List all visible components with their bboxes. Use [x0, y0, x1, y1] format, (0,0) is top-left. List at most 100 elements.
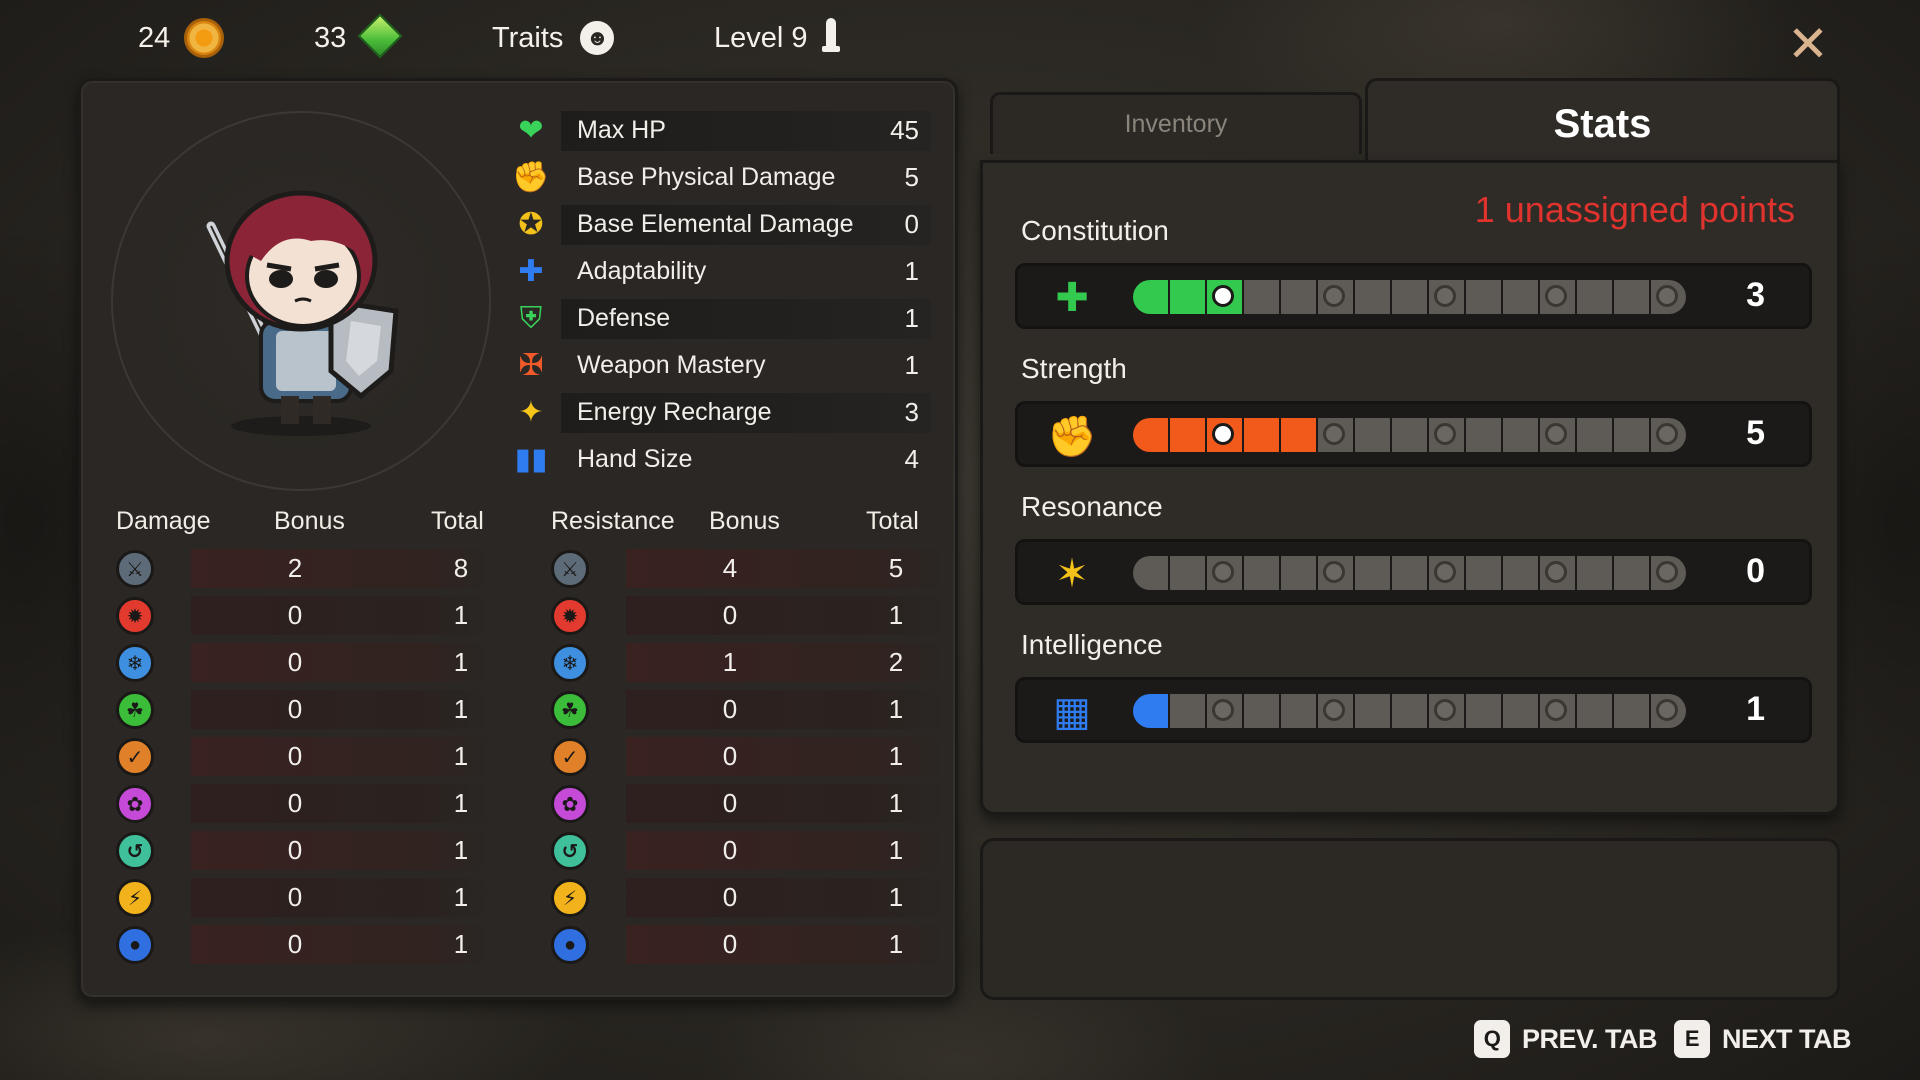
attribute-segment: [1540, 556, 1575, 590]
attribute-segment: [1392, 418, 1427, 452]
attribute-segment: [1466, 556, 1501, 590]
attribute-segment: [1133, 280, 1168, 314]
attribute-segment: [1577, 280, 1612, 314]
gem-icon: [360, 18, 396, 58]
stat-row: ✦ Energy Recharge 3: [501, 389, 931, 436]
heart-icon: ❤: [518, 114, 544, 147]
attribute-label: Strength: [1021, 353, 1127, 384]
attribute-segment: [1207, 694, 1242, 728]
attribute-bar-intelligence[interactable]: ▦ 1: [1015, 677, 1812, 743]
stat-value: 1: [904, 303, 919, 333]
attribute-segment: [1318, 418, 1353, 452]
attribute-segment: [1207, 418, 1242, 452]
stat-value: 4: [904, 444, 919, 474]
damage-bonus: 0: [287, 788, 303, 818]
resistance-total: 1: [888, 694, 904, 724]
attribute-segment: [1207, 556, 1242, 590]
table-row: ● 0 1 ● 0 1: [101, 921, 946, 968]
attribute-bar-resonance[interactable]: ✶ 0: [1015, 539, 1812, 605]
stat-row: ✪ Base Elemental Damage 0: [501, 201, 931, 248]
stat-value: 5: [904, 162, 919, 192]
character-panel: ❤ Max HP 45 ✊ Base Physical Damage 5 ✪ Base Ele…: [78, 78, 958, 1000]
damage-total: 1: [453, 694, 469, 724]
attribute-segment: [1281, 556, 1316, 590]
table-row: ☘ 0 1 ☘ 0 1: [101, 686, 946, 733]
prev-tab-label: PREV. TAB: [1522, 1023, 1658, 1054]
attribute-segments: [1133, 556, 1690, 590]
attribute-bar-constitution[interactable]: ✚ 3: [1015, 263, 1812, 329]
stat-label: Adaptability: [577, 257, 707, 285]
attribute-segment: [1577, 418, 1612, 452]
resistance-bonus: 0: [722, 929, 738, 959]
next-tab-hint[interactable]: E NEXT TAB: [1674, 1020, 1852, 1058]
attribute-segment: [1133, 694, 1168, 728]
resistance-bonus: 4: [722, 553, 738, 583]
attribute-segment: [1170, 694, 1205, 728]
damage-bonus: 0: [287, 600, 303, 630]
attribute-segment: [1392, 280, 1427, 314]
damage-total: 1: [453, 600, 469, 630]
hero-portrait: [206, 190, 399, 436]
damage-total: 1: [453, 929, 469, 959]
resistance-bonus-header: Bonus: [709, 507, 780, 535]
level-indicator: Level 9: [714, 12, 840, 64]
attribute-segment: [1318, 694, 1353, 728]
spiral-icon: ✶: [1055, 552, 1089, 596]
attribute-segments: [1133, 280, 1690, 314]
attribute-segments: [1133, 418, 1690, 452]
stat-label: Max HP: [561, 110, 931, 151]
traits-button[interactable]: Traits ☻: [492, 12, 618, 64]
arcane-icon: ✿: [551, 785, 589, 823]
stat-row: ▮▮ Hand Size 4: [501, 436, 931, 483]
stat-label: Energy Recharge: [561, 392, 931, 433]
tab-stats[interactable]: Stats: [1365, 78, 1840, 168]
top-bar: 24 33 Traits ☻ Level 9: [0, 12, 1920, 64]
attribute-segment: [1651, 280, 1686, 314]
stat-row: ✠ Weapon Mastery 1: [501, 342, 931, 389]
damage-total: 1: [453, 882, 469, 912]
damage-bonus: 0: [287, 694, 303, 724]
ice-icon: ❄: [116, 644, 154, 682]
attribute-segment: [1503, 280, 1538, 314]
resistance-bonus: 0: [722, 882, 738, 912]
ice-icon: ❄: [551, 644, 589, 682]
attribute-label: Resonance: [1021, 491, 1163, 522]
lightning-icon: ⚡: [551, 879, 589, 917]
table-row: ❄ 0 1 ❄ 1 2: [101, 639, 946, 686]
stat-label: Defense: [561, 298, 931, 339]
attribute-segment: [1133, 556, 1168, 590]
lightning-icon: ⚡: [116, 879, 154, 917]
attribute-segment: [1244, 556, 1279, 590]
attribute-segment: [1540, 418, 1575, 452]
attribute-segment: [1614, 280, 1649, 314]
level-label: Level 9: [714, 21, 808, 54]
attribute-segments: [1133, 694, 1690, 728]
damage-bonus: 0: [287, 882, 303, 912]
attribute-bar-strength[interactable]: ✊ 5: [1015, 401, 1812, 467]
table-header: Damage Bonus Total Resistance Bonus Tota…: [101, 499, 946, 545]
damage-total-header: Total: [431, 507, 484, 535]
damage-bonus: 0: [287, 647, 303, 677]
character-stat-list: ❤ Max HP 45 ✊ Base Physical Damage 5 ✪ Base Ele…: [501, 107, 931, 483]
stat-label: Base Elemental Damage: [561, 204, 931, 245]
fire-icon: ✹: [116, 597, 154, 635]
wind-icon: ↺: [116, 832, 154, 870]
attribute-segment: [1651, 418, 1686, 452]
attribute-segment: [1281, 418, 1316, 452]
next-tab-label: NEXT TAB: [1722, 1023, 1852, 1054]
resistance-total-header: Total: [866, 507, 919, 535]
fire-icon: ✹: [551, 597, 589, 635]
resistance-bonus: 1: [722, 647, 738, 677]
earth-icon: ✓: [116, 738, 154, 776]
tab-stats-label: Stats: [1553, 102, 1652, 146]
prev-tab-hint[interactable]: Q PREV. TAB: [1474, 1020, 1658, 1058]
damage-total: 8: [453, 553, 469, 583]
water-icon: ●: [551, 926, 589, 964]
damage-total: 1: [453, 647, 469, 677]
close-icon[interactable]: ✕: [1784, 19, 1832, 70]
resistance-total: 2: [888, 647, 904, 677]
tab-inventory[interactable]: Inventory: [990, 92, 1362, 154]
stats-panel: 1 unassigned points Constitution ✚ 3 Streng…: [980, 160, 1840, 815]
stat-value: 1: [904, 350, 919, 380]
attribute-segment: [1170, 556, 1205, 590]
